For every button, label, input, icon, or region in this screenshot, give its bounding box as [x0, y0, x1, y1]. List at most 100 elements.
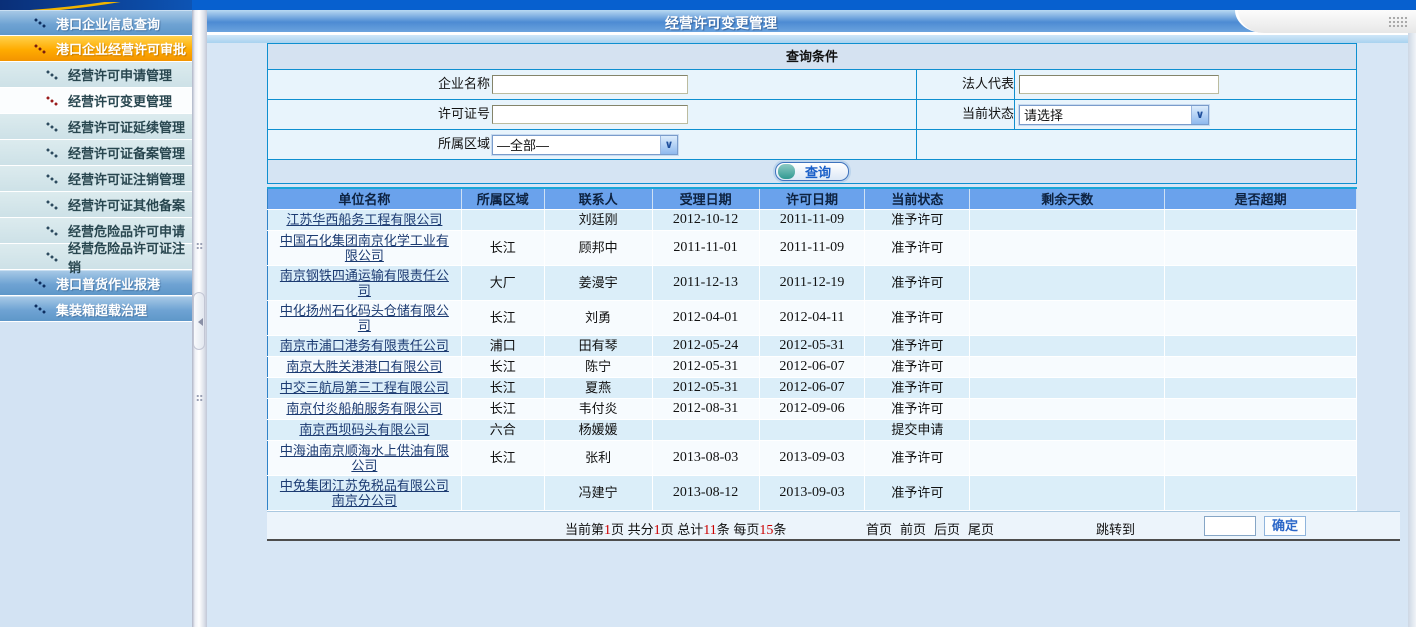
sidebar-item-label: 港口企业经营许可审批: [56, 39, 186, 58]
search-button-label: 查询: [805, 162, 831, 181]
cell-remaining-days: [970, 265, 1165, 300]
cell-region: 大厂: [461, 265, 544, 300]
splitter-grip-dots-bottom-icon: [196, 394, 203, 402]
gold-curve-decoration: [0, 2, 192, 10]
cell-license-date: 2011-11-09: [759, 209, 865, 230]
cell-contact: 刘廷刚: [544, 209, 652, 230]
pagination-number: 1: [654, 523, 661, 538]
company-link[interactable]: 中海油南京顺海水上供油有限公司: [276, 443, 452, 473]
sidebar-item-11[interactable]: 集装箱超载治理: [0, 296, 192, 322]
table-row: 中化扬州石化码头仓储有限公司长江刘勇2012-04-012012-04-11准予…: [268, 300, 1357, 335]
cell-name: 南京西坝码头有限公司: [268, 419, 462, 440]
company-link[interactable]: 中化扬州石化码头仓储有限公司: [276, 303, 452, 333]
jump-confirm-button[interactable]: 确定: [1264, 516, 1306, 536]
cell-status: 准予许可: [865, 356, 970, 377]
query-button-row: 查询: [268, 160, 1356, 183]
cell-license-date: 2013-09-03: [759, 440, 865, 475]
cell-license-date: 2011-11-09: [759, 230, 865, 265]
pagination-text: 当前第: [565, 522, 604, 537]
page-title-bar: 经营许可变更管理: [207, 10, 1416, 33]
company-link[interactable]: 中交三航局第三工程有限公司: [280, 380, 449, 395]
current-status-label: 当前状态: [917, 100, 1015, 129]
column-header-overdue: 是否超期: [1165, 188, 1357, 209]
cell-status: 准予许可: [865, 377, 970, 398]
company-name-input[interactable]: [492, 75, 688, 94]
sidebar-item-label: 经营危险品许可证注销: [68, 238, 192, 276]
pagination-bar: 当前第1页 共分1页 总计11条 每页15条 首页前页后页尾页 跳转到 确定: [267, 511, 1400, 541]
sidebar-splitter[interactable]: [192, 10, 207, 627]
cell-name: 中海油南京顺海水上供油有限公司: [268, 440, 462, 475]
cell-name: 中国石化集团南京化学工业有限公司: [268, 230, 462, 265]
column-header-status: 当前状态: [865, 188, 970, 209]
table-row: 南京西坝码头有限公司六合杨媛媛提交申请: [268, 419, 1357, 440]
search-button[interactable]: 查询: [775, 162, 849, 181]
menu-arrow-dots-icon: [34, 44, 46, 54]
sidebar-item-4[interactable]: 经营许可证延续管理: [0, 114, 192, 140]
table-row: 南京付炎船舶服务有限公司长江韦付炎2012-08-312012-09-06准予许…: [268, 398, 1357, 419]
current-status-select[interactable]: 请选择 ∨: [1019, 105, 1209, 125]
cell-region: 六合: [461, 419, 544, 440]
license-no-input[interactable]: [492, 105, 688, 124]
sidebar-item-3[interactable]: 经营许可变更管理: [0, 88, 192, 114]
company-link[interactable]: 南京大胜关港港口有限公司: [286, 359, 442, 374]
company-link[interactable]: 南京钢铁四通运输有限责任公司: [276, 268, 452, 298]
company-link[interactable]: 中国石化集团南京化学工业有限公司: [276, 233, 452, 263]
sidebar-item-2[interactable]: 经营许可申请管理: [0, 62, 192, 88]
cell-status: 准予许可: [865, 335, 970, 356]
sidebar-item-label: 港口企业信息查询: [56, 14, 160, 33]
cell-remaining-days: [970, 335, 1165, 356]
pagination-text: 页 共分: [611, 522, 654, 537]
company-link[interactable]: 南京西坝码头有限公司: [299, 422, 429, 437]
table-header-row: 单位名称 所属区域 联系人 受理日期 许可日期 当前状态 剩余天数 是否超期: [268, 188, 1357, 209]
pagination-number: 1: [604, 523, 611, 538]
jump-to-page-input[interactable]: [1204, 516, 1256, 536]
company-link[interactable]: 江苏华西船务工程有限公司: [286, 212, 442, 227]
last-page-link[interactable]: 尾页: [968, 519, 994, 538]
next-page-link[interactable]: 后页: [934, 519, 960, 538]
sidebar-item-1[interactable]: 港口企业经营许可审批: [0, 36, 192, 62]
cell-region: 长江: [461, 398, 544, 419]
cell-status: 准予许可: [865, 230, 970, 265]
sidebar-item-9[interactable]: 经营危险品许可证注销: [0, 244, 192, 270]
legal-rep-input[interactable]: [1019, 75, 1219, 94]
company-link[interactable]: 南京付炎船舶服务有限公司: [286, 401, 442, 416]
cell-remaining-days: [970, 419, 1165, 440]
page-title: 经营许可变更管理: [207, 13, 1235, 33]
right-frame-edge: [1408, 33, 1416, 627]
jump-to-label: 跳转到: [1096, 519, 1135, 538]
cell-overdue: [1165, 398, 1357, 419]
pagination-number: 11: [703, 523, 716, 538]
cell-remaining-days: [970, 440, 1165, 475]
license-no-label: 许可证号: [268, 100, 490, 129]
prev-page-link[interactable]: 前页: [900, 519, 926, 538]
region-select[interactable]: —全部— ∨: [492, 135, 678, 155]
cell-region: 长江: [461, 440, 544, 475]
first-page-link[interactable]: 首页: [866, 519, 892, 538]
cell-contact: 冯建宁: [544, 475, 652, 510]
cell-license-date: 2012-05-31: [759, 335, 865, 356]
pagination-text: 页 总计: [661, 522, 704, 537]
cell-remaining-days: [970, 398, 1165, 419]
menu-arrow-dots-icon: [46, 200, 58, 210]
sidebar-item-7[interactable]: 经营许可证其他备案: [0, 192, 192, 218]
splitter-collapse-handle[interactable]: [193, 292, 205, 350]
sidebar-item-0[interactable]: 港口企业信息查询: [0, 10, 192, 36]
cell-license-date: 2012-09-06: [759, 398, 865, 419]
company-link[interactable]: 中免集团江苏免税品有限公司南京分公司: [276, 478, 452, 508]
column-header-unit-name: 单位名称: [268, 188, 462, 209]
cell-contact: 姜漫宇: [544, 265, 652, 300]
cell-name: 中免集团江苏免税品有限公司南京分公司: [268, 475, 462, 510]
cell-name: 中交三航局第三工程有限公司: [268, 377, 462, 398]
company-link[interactable]: 南京市浦口港务有限责任公司: [280, 338, 449, 353]
cell-contact: 韦付炎: [544, 398, 652, 419]
cell-overdue: [1165, 356, 1357, 377]
cell-license-date: 2012-04-11: [759, 300, 865, 335]
menu-arrow-dots-icon: [46, 226, 58, 236]
cell-contact: 夏燕: [544, 377, 652, 398]
splitter-grip-dots-top-icon: [196, 242, 203, 250]
cell-name: 南京付炎船舶服务有限公司: [268, 398, 462, 419]
sidebar-item-5[interactable]: 经营许可证备案管理: [0, 140, 192, 166]
sidebar-item-label: 经营许可证其他备案: [68, 195, 185, 214]
sidebar-item-6[interactable]: 经营许可证注销管理: [0, 166, 192, 192]
menu-arrow-dots-icon: [46, 122, 58, 132]
